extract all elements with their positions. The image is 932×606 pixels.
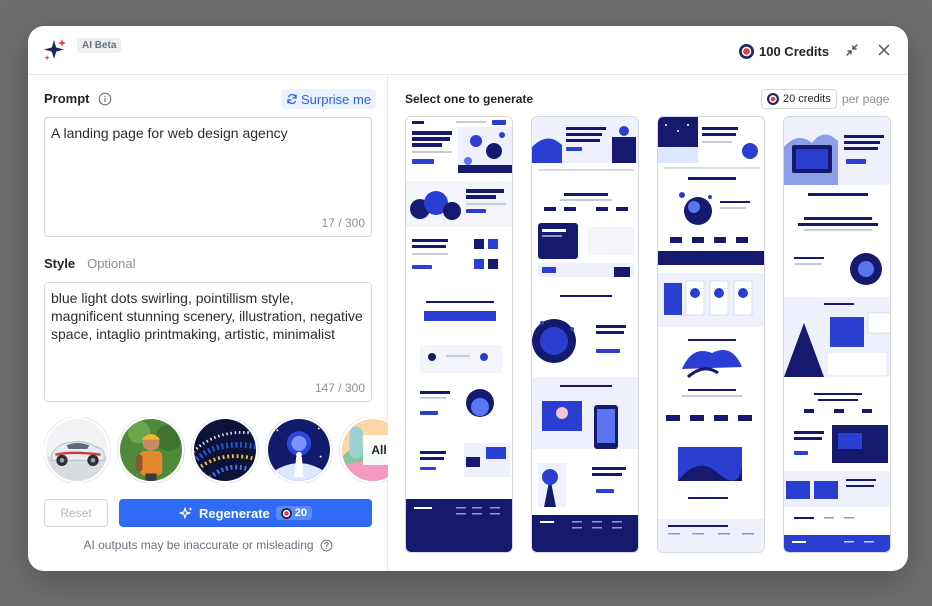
landing-page-preview-1 [406, 117, 512, 552]
surprise-me-label: Surprise me [301, 91, 372, 107]
disclaimer-text: AI outputs may be inaccurate or misleadi… [83, 538, 314, 552]
prompt-panel: Prompt Surprise me A landing page for we… [28, 75, 388, 571]
credit-coin-icon [767, 93, 779, 105]
all-presets-button[interactable]: All [363, 435, 388, 465]
style-value: blue light dots swirling, pointillism st… [51, 290, 367, 342]
abstract-dots-thumbnail [194, 419, 256, 481]
regenerate-cost: 20 [294, 507, 308, 519]
result-card-4[interactable] [783, 116, 891, 553]
prompt-label: Prompt [44, 91, 90, 106]
help-icon[interactable] [320, 539, 333, 552]
info-icon[interactable] [98, 92, 112, 106]
results-panel: Select one to generate 20 credits per pa… [389, 75, 908, 571]
dialog-header: AI Beta 100 Credits [28, 26, 908, 75]
ai-generate-dialog: AI Beta 100 Credits Prompt Surprise me A… [28, 26, 908, 571]
landing-page-preview-3 [658, 117, 764, 552]
shuffle-icon [287, 94, 297, 104]
style-preset-night-dots[interactable] [266, 417, 332, 483]
collapse-icon [846, 44, 858, 56]
style-counter: 147 / 300 [314, 381, 365, 395]
reset-button[interactable]: Reset [44, 499, 108, 527]
credits-indicator: 100 Credits [739, 42, 829, 60]
results-title: Select one to generate [405, 92, 534, 106]
regenerate-label: Regenerate [198, 505, 270, 521]
result-card-2[interactable] [531, 116, 639, 553]
landing-page-preview-4 [784, 117, 890, 552]
result-card-1[interactable] [405, 116, 513, 553]
surprise-me-button[interactable]: Surprise me [281, 89, 377, 109]
regenerate-cost-badge: 20 [275, 506, 313, 520]
credits-label: 100 Credits [759, 43, 830, 59]
prompt-value: A landing page for web design agency [51, 125, 288, 141]
style-label-row: Style Optional [44, 256, 136, 271]
car-render-thumbnail [46, 419, 108, 481]
close-icon [878, 44, 890, 56]
result-card-3[interactable] [657, 116, 765, 553]
per-page-label: per page [842, 92, 890, 106]
style-textarea[interactable]: blue light dots swirling, pointillism st… [44, 282, 372, 402]
style-preset-character[interactable] [118, 417, 184, 483]
close-button[interactable] [876, 42, 892, 58]
night-scene-thumbnail [268, 419, 330, 481]
style-optional-label: Optional [87, 256, 136, 271]
style-preset-car[interactable] [44, 417, 110, 483]
prompt-counter: 17 / 300 [321, 216, 365, 230]
sparkle-icon [179, 507, 193, 519]
sparkle-logo-icon [44, 39, 66, 61]
style-label: Style [44, 256, 76, 271]
disclaimer: AI outputs may be inaccurate or misleadi… [28, 538, 388, 552]
collapse-button[interactable] [844, 42, 860, 58]
3d-character-thumbnail [120, 419, 182, 481]
cost-per-page-badge: 20 credits [761, 89, 837, 109]
style-preset-carousel: All [44, 417, 388, 483]
regenerate-button[interactable]: Regenerate 20 [119, 499, 372, 527]
prompt-textarea[interactable]: A landing page for web design agency 17 … [44, 117, 372, 237]
prompt-label-row: Prompt [44, 91, 112, 106]
credit-coin-icon [280, 507, 292, 519]
credit-coin-icon [739, 43, 754, 59]
style-preset-abstract-dots[interactable] [192, 417, 258, 483]
landing-page-preview-2 [532, 117, 638, 552]
beta-badge: AI Beta [77, 38, 122, 53]
cost-label: 20 credits [783, 93, 831, 105]
